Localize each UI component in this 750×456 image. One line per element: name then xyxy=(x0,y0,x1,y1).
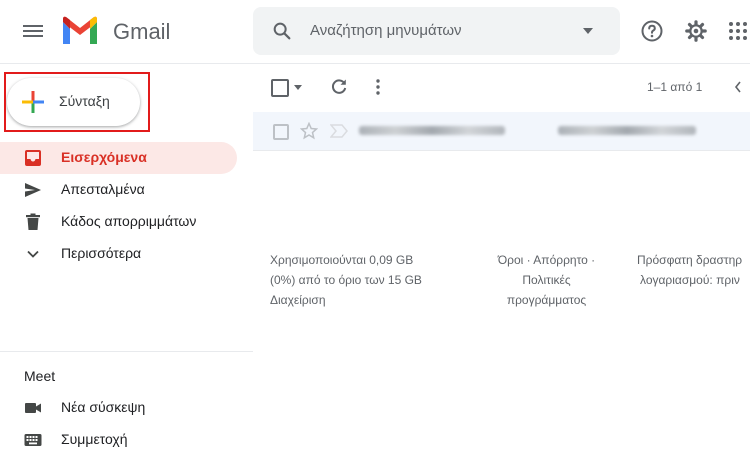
top-header: Gmail Αναζήτηση μηνυμάτων xyxy=(0,0,750,64)
email-row[interactable] xyxy=(253,112,750,151)
chevron-down-icon xyxy=(27,250,39,258)
refresh-icon[interactable] xyxy=(330,78,348,96)
main-menu-icon[interactable] xyxy=(23,22,43,42)
search-icon[interactable] xyxy=(271,20,293,42)
nav-label-more: Περισσότερα xyxy=(61,245,142,261)
compose-highlight-box xyxy=(4,72,150,132)
email-row-checkbox[interactable] xyxy=(273,124,289,140)
nav-item-sent[interactable]: Απεσταλμένα xyxy=(0,174,237,206)
meet-item-new-meeting[interactable]: Νέα σύσκεψη xyxy=(0,392,237,424)
inbox-icon xyxy=(25,150,41,166)
pagination-text: 1–1 από 1 xyxy=(647,80,703,94)
settings-gear-icon[interactable] xyxy=(684,19,708,43)
previous-page-icon[interactable] xyxy=(733,80,743,94)
apps-grid-icon[interactable] xyxy=(728,21,748,41)
account-activity: Πρόσφατη δραστηρ λογαριασμού: πριν xyxy=(630,250,750,290)
keyboard-icon xyxy=(24,434,42,446)
sidebar-divider xyxy=(0,351,253,352)
search-input[interactable]: Αναζήτηση μηνυμάτων xyxy=(310,22,462,39)
app-name: Gmail xyxy=(113,19,171,44)
blurred-sender xyxy=(359,126,505,135)
search-bar[interactable]: Αναζήτηση μηνυμάτων xyxy=(253,7,620,55)
blurred-subject xyxy=(558,126,696,135)
search-options-icon[interactable] xyxy=(583,28,593,34)
meet-label-join: Συμμετοχή xyxy=(61,431,128,447)
select-options-caret-icon[interactable] xyxy=(294,85,302,90)
terms-privacy: Όροι · Απόρρητο · Πολιτικές προγράμματος xyxy=(474,250,619,310)
nav-label-inbox: Εισερχόμενα xyxy=(61,149,147,165)
storage-usage-line1: Χρησιμοποιούνται 0,09 GB xyxy=(270,253,414,267)
more-options-icon[interactable] xyxy=(372,78,384,96)
terms-privacy-links[interactable]: Όροι · Απόρρητο · Πολιτικές xyxy=(474,250,619,290)
manage-storage-link[interactable]: Διαχείριση xyxy=(270,290,422,310)
trash-icon xyxy=(26,213,40,230)
meet-item-join[interactable]: Συμμετοχή xyxy=(0,424,237,456)
help-icon[interactable] xyxy=(640,19,664,43)
account-activity-line1: Πρόσφατη δραστηρ xyxy=(637,253,743,267)
storage-usage-line2: (0%) από το όριο των 15 GB xyxy=(270,273,422,287)
nav-item-inbox[interactable]: Εισερχόμενα xyxy=(0,142,237,174)
videocam-icon xyxy=(25,403,41,413)
send-icon xyxy=(25,183,41,197)
terms-privacy-line2[interactable]: προγράμματος xyxy=(474,290,619,310)
select-all-checkbox[interactable] xyxy=(271,79,289,97)
nav-item-more[interactable]: Περισσότερα xyxy=(0,238,237,270)
nav-label-trash: Κάδος απορριμμάτων xyxy=(61,213,197,229)
account-activity-line2: λογαριασμού: πριν xyxy=(640,273,740,287)
star-icon[interactable] xyxy=(300,122,318,140)
meet-section-title: Meet xyxy=(24,368,56,384)
importance-marker-icon[interactable] xyxy=(330,124,348,138)
nav-label-sent: Απεσταλμένα xyxy=(61,181,145,197)
storage-info: Χρησιμοποιούνται 0,09 GB (0%) από το όρι… xyxy=(270,250,422,310)
gmail-logo-icon[interactable] xyxy=(61,16,99,46)
nav-item-trash[interactable]: Κάδος απορριμμάτων xyxy=(0,206,237,238)
meet-label-new-meeting: Νέα σύσκεψη xyxy=(61,399,146,415)
